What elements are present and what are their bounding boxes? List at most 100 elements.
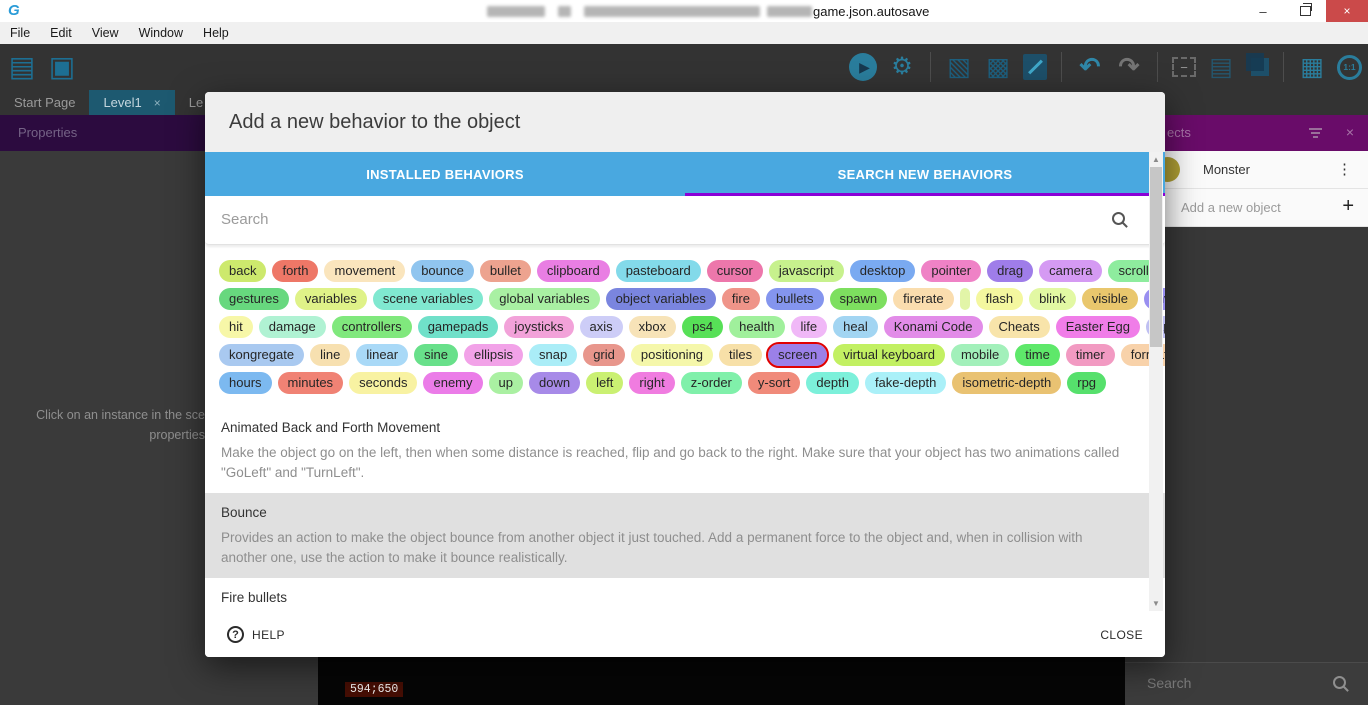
redo-icon[interactable]: ↷ [1115, 52, 1143, 82]
tag-chip-timer[interactable]: timer [1066, 344, 1115, 366]
behavior-search-field[interactable]: Search [205, 196, 1165, 245]
edit-scene-properties-icon[interactable] [1023, 54, 1047, 80]
scroll-down-icon[interactable]: ▼ [1149, 599, 1163, 608]
layers-icon[interactable] [1251, 58, 1269, 76]
scroll-up-icon[interactable]: ▲ [1149, 155, 1163, 164]
tag-chip-konami-code[interactable]: Konami Code [884, 316, 983, 338]
tag-chip-clipboard[interactable]: clipboard [537, 260, 610, 282]
tag-chip-bullets[interactable]: bullets [766, 288, 824, 310]
tag-chip-health[interactable]: health [729, 316, 784, 338]
tag-chip-back[interactable]: back [219, 260, 266, 282]
add-object-icon[interactable]: ▧ [945, 52, 973, 82]
tag-chip-firerate[interactable]: firerate [893, 288, 953, 310]
tag-chip-cursor[interactable]: cursor [707, 260, 763, 282]
undo-icon[interactable]: ↶ [1076, 52, 1104, 82]
tag-chip-damage[interactable]: damage [259, 316, 326, 338]
tag-chip-controllers[interactable]: controllers [332, 316, 412, 338]
close-dialog-button[interactable]: CLOSE [1100, 628, 1143, 642]
tag-chip-cheats[interactable]: Cheats [989, 316, 1050, 338]
tag-chip-spawn[interactable]: spawn [830, 288, 888, 310]
behavior-item-bounce[interactable]: BounceProvides an action to make the obj… [205, 493, 1165, 578]
tag-chip-right[interactable]: right [629, 372, 674, 394]
tag-chip-global-variables[interactable]: global variables [489, 288, 599, 310]
tag-chip-variables[interactable]: variables [295, 288, 367, 310]
project-manager-icon[interactable]: ▤ [8, 52, 36, 82]
tag-chip-virtual-keyboard[interactable]: virtual keyboard [833, 344, 945, 366]
tag-chip-snap[interactable]: snap [529, 344, 577, 366]
tag-chip-sine[interactable]: sine [414, 344, 458, 366]
modal-tab-installed-behaviors[interactable]: INSTALLED BEHAVIORS [205, 152, 685, 196]
play-icon[interactable]: ▶ [849, 53, 877, 81]
tag-chip-movement[interactable]: movement [324, 260, 405, 282]
menu-item-window[interactable]: Window [129, 22, 193, 44]
instances-list-icon[interactable]: ▤ [1207, 52, 1235, 82]
tag-chip-positioning[interactable]: positioning [631, 344, 713, 366]
tag-chip-fake-depth[interactable]: fake-depth [865, 372, 946, 394]
tag-chip-joysticks[interactable]: joysticks [504, 316, 573, 338]
tag-chip-rpg[interactable]: rpg [1067, 372, 1106, 394]
modal-scrollbar[interactable]: ▲ ▼ [1149, 152, 1163, 611]
tag-chip-blink[interactable]: blink [1029, 288, 1076, 310]
help-button[interactable]: ? HELP [227, 626, 285, 643]
zoom-ratio-icon[interactable]: 1:1 [1337, 55, 1362, 80]
grid-icon[interactable]: ▦ [1298, 52, 1326, 82]
scrollbar-thumb[interactable] [1150, 167, 1162, 347]
tag-chip-easter-egg[interactable]: Easter Egg [1056, 316, 1140, 338]
tag-chip-object-variables[interactable]: object variables [606, 288, 716, 310]
behavior-item-animated-back-and-forth-movement[interactable]: Animated Back and Forth MovementMake the… [205, 408, 1165, 493]
tag-chip-camera[interactable]: camera [1039, 260, 1102, 282]
filter-icon[interactable] [1309, 128, 1322, 138]
tag-chip-heal[interactable]: heal [833, 316, 878, 338]
panel-close-icon[interactable]: × [1346, 124, 1354, 140]
tag-chip-pointer[interactable]: pointer [921, 260, 981, 282]
tag-chip-visible[interactable]: visible [1082, 288, 1138, 310]
tag-chip-screen[interactable]: screen [768, 344, 827, 366]
tag-chip-ellipsis[interactable]: ellipsis [464, 344, 523, 366]
tag-chip-kongregate[interactable]: kongregate [219, 344, 304, 366]
menu-item-file[interactable]: File [0, 22, 40, 44]
tag-chip-z-order[interactable]: z-order [681, 372, 742, 394]
tag-chip-flash[interactable]: flash [976, 288, 1023, 310]
tag-chip-gamepads[interactable]: gamepads [418, 316, 499, 338]
tag-chip-grid[interactable]: grid [583, 344, 625, 366]
mask-icon[interactable]: − [1172, 57, 1196, 77]
tag-chip-isometric-depth[interactable]: isometric-depth [952, 372, 1061, 394]
tag-chip-depth[interactable]: depth [806, 372, 859, 394]
tab-start-page[interactable]: Start Page [0, 90, 89, 115]
tag-chip-fire[interactable]: fire [722, 288, 760, 310]
tag-chip-mobile[interactable]: mobile [951, 344, 1009, 366]
tag-chip-gestures[interactable]: gestures [219, 288, 289, 310]
tag-chip-unlabeled[interactable] [960, 288, 970, 310]
restore-button[interactable] [1284, 0, 1326, 22]
add-object-plus-icon[interactable]: + [1342, 195, 1354, 218]
tag-chip-desktop[interactable]: desktop [850, 260, 916, 282]
tag-chip-down[interactable]: down [529, 372, 580, 394]
objects-list-icon[interactable]: ▩ [984, 52, 1012, 82]
tag-chip-enemy[interactable]: enemy [423, 372, 482, 394]
tag-chip-up[interactable]: up [489, 372, 523, 394]
modal-tab-search-new-behaviors[interactable]: SEARCH NEW BEHAVIORS [685, 152, 1165, 196]
tab-level1[interactable]: Level1× [89, 90, 174, 115]
tag-chip-drag[interactable]: drag [987, 260, 1033, 282]
tag-chip-minutes[interactable]: minutes [278, 372, 344, 394]
tab-close-icon[interactable]: × [154, 96, 161, 110]
tag-chip-linear[interactable]: linear [356, 344, 408, 366]
object-menu-icon[interactable]: ⋮ [1337, 160, 1352, 178]
minimize-button[interactable]: – [1242, 0, 1284, 22]
tag-chip-time[interactable]: time [1015, 344, 1060, 366]
debug-icon[interactable]: ⚙ [888, 52, 916, 82]
tag-chip-hit[interactable]: hit [219, 316, 253, 338]
tag-chip-forth[interactable]: forth [272, 260, 318, 282]
tag-chip-xbox[interactable]: xbox [629, 316, 676, 338]
tag-chip-tiles[interactable]: tiles [719, 344, 762, 366]
menu-item-help[interactable]: Help [193, 22, 239, 44]
tag-chip-life[interactable]: life [791, 316, 828, 338]
tag-chip-y-sort[interactable]: y-sort [748, 372, 801, 394]
tag-chip-pasteboard[interactable]: pasteboard [616, 260, 701, 282]
objects-search-bar[interactable]: Search [1125, 662, 1368, 705]
start-page-icon[interactable]: ▣ [48, 52, 76, 82]
tag-chip-axis[interactable]: axis [580, 316, 623, 338]
tag-chip-ps4[interactable]: ps4 [682, 316, 723, 338]
tag-chip-line[interactable]: line [310, 344, 350, 366]
behavior-item-fire-bullets[interactable]: Fire bulletsAllow the object to fire bul… [205, 578, 1165, 612]
